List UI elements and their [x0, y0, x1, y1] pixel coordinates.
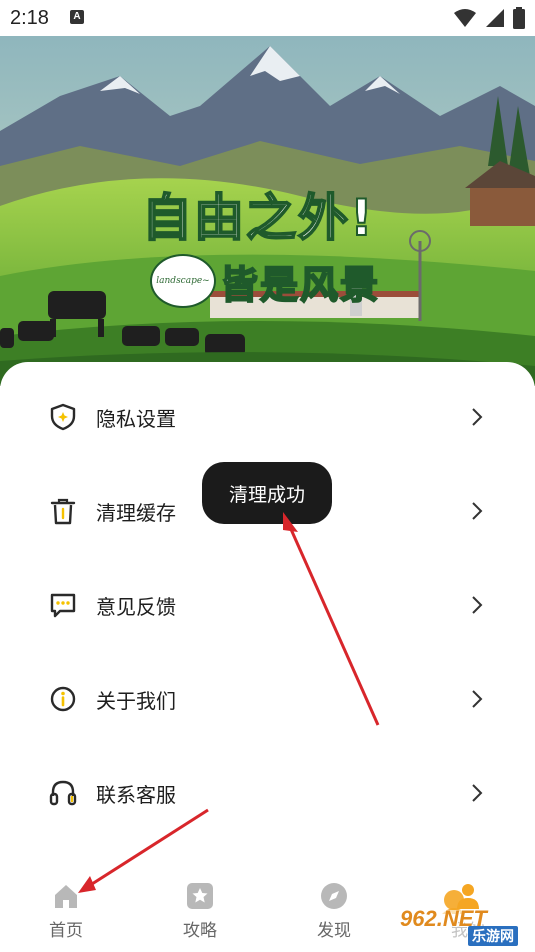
tab-discover[interactable]: 发现	[294, 868, 374, 952]
shield-icon	[50, 403, 76, 431]
menu-item-feedback[interactable]: 意见反馈	[0, 558, 535, 652]
banner-subheadline: 皆是风景	[219, 254, 381, 309]
banner-badge-text: landscape~	[156, 276, 210, 286]
menu-item-customer-service[interactable]: 联系客服	[0, 746, 535, 840]
watermark-subtitle: 乐游网	[468, 926, 518, 946]
banner-headline: 自由之外!	[141, 178, 375, 250]
toast-message: 清理成功	[202, 462, 332, 524]
menu-item-privacy[interactable]: 隐私设置	[0, 370, 535, 464]
banner-headline-line1: 自由之外!	[141, 188, 375, 248]
tab-label: 发现	[317, 921, 351, 941]
banner-headline-line2: 皆是风景	[219, 262, 381, 308]
chevron-right-icon	[472, 784, 483, 802]
compass-icon	[321, 883, 347, 909]
battery-icon	[513, 7, 525, 29]
tab-home[interactable]: 首页	[26, 868, 106, 952]
tab-label: 攻略	[183, 921, 217, 941]
menu-item-label: 清理缓存	[96, 500, 176, 525]
trash-icon	[50, 498, 76, 525]
watermark-logo: 962.NET 乐游网	[392, 880, 532, 948]
chevron-right-icon	[472, 690, 483, 708]
signal-icon	[486, 9, 504, 27]
menu-item-label: 联系客服	[96, 782, 176, 807]
menu-item-label: 意见反馈	[96, 594, 176, 619]
message-icon	[50, 593, 76, 618]
chevron-right-icon	[472, 408, 483, 426]
wifi-icon	[454, 9, 476, 27]
banner-badge: landscape~	[150, 254, 216, 308]
info-icon	[50, 686, 76, 712]
tab-guides[interactable]: 攻略	[160, 868, 240, 952]
headset-icon	[49, 780, 77, 806]
chevron-right-icon	[472, 596, 483, 614]
settings-panel: 隐私设置 清理缓存 意见反馈 关于我们 联系客服	[0, 362, 535, 882]
star-icon	[187, 883, 213, 909]
banner: 自由之外! landscape~ 皆是风景	[0, 36, 535, 386]
menu-item-label: 关于我们	[96, 688, 176, 713]
tab-label: 首页	[49, 921, 83, 941]
menu-item-about[interactable]: 关于我们	[0, 652, 535, 746]
notification-icon: A	[70, 10, 84, 24]
status-bar: 2:18 A	[0, 0, 535, 36]
status-icons	[453, 7, 525, 29]
status-time: 2:18	[10, 7, 49, 29]
home-icon	[55, 885, 77, 908]
chevron-right-icon	[472, 502, 483, 520]
menu-item-label: 隐私设置	[96, 406, 176, 431]
